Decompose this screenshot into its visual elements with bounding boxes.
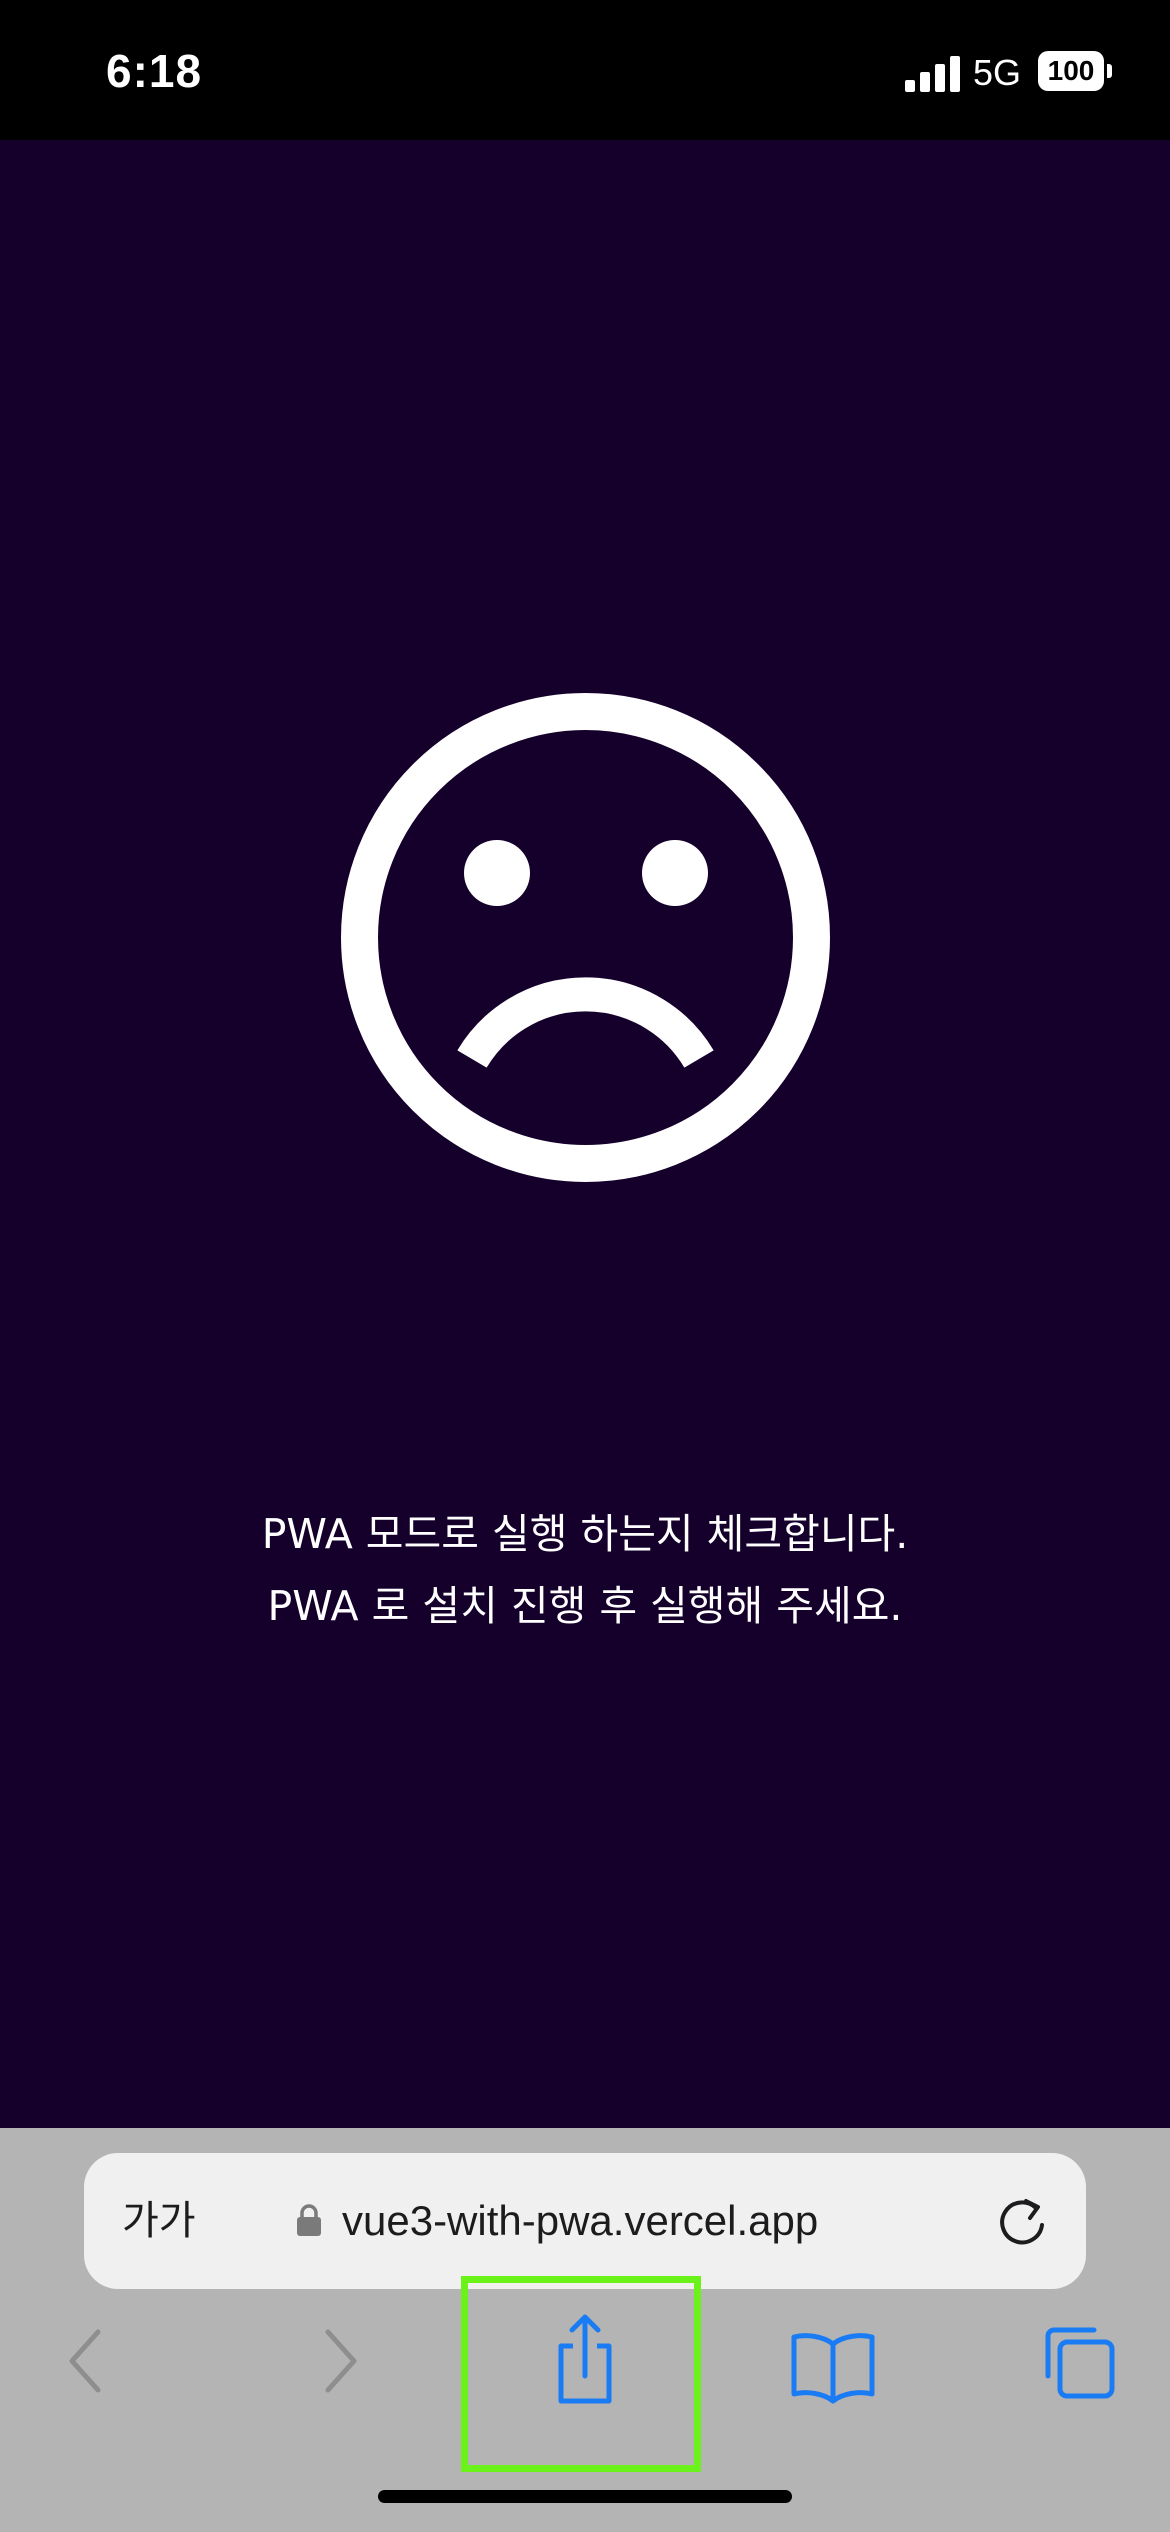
- url-text[interactable]: vue3-with-pwa.vercel.app: [342, 2189, 818, 2253]
- message-line-1: PWA 모드로 실행 하는지 체크합니다.: [261, 1510, 909, 1558]
- status-time: 6:18: [106, 45, 203, 97]
- share-button-highlight: [461, 2276, 701, 2472]
- battery-cap: [1107, 64, 1112, 78]
- bookmarks-icon: [791, 2333, 875, 2404]
- text-size-button[interactable]: 가가: [122, 2191, 196, 2251]
- sad-face-icon: [341, 693, 830, 1182]
- cellular-signal-icon: [905, 56, 960, 92]
- reload-icon[interactable]: [992, 2193, 1052, 2253]
- home-indicator: [378, 2490, 792, 2503]
- tabs-button[interactable]: [1026, 2306, 1136, 2416]
- forward-icon: [325, 2329, 357, 2393]
- battery-icon: 100: [1038, 51, 1112, 91]
- back-icon: [69, 2329, 101, 2393]
- bookmarks-button[interactable]: [778, 2306, 888, 2416]
- back-button[interactable]: [32, 2306, 142, 2416]
- message-line-2: PWA 로 설치 진행 후 실행해 주세요.: [267, 1582, 903, 1630]
- screen: 6:18 5G 100 PWA 모드로 실행 하는지 체크합니다. PWA 로 …: [0, 0, 1170, 2532]
- network-type-label: 5G: [973, 52, 1022, 93]
- web-content: PWA 모드로 실행 하는지 체크합니다. PWA 로 설치 진행 후 실행해 …: [0, 140, 1170, 2128]
- address-bar[interactable]: 가가 vue3-with-pwa.vercel.app: [84, 2153, 1086, 2289]
- battery-level: 100: [1038, 51, 1104, 91]
- status-bar: 6:18 5G 100: [0, 0, 1170, 140]
- forward-button[interactable]: [284, 2306, 394, 2416]
- tabs-icon: [1045, 2327, 1115, 2399]
- pwa-check-message: PWA 모드로 실행 하는지 체크합니다. PWA 로 설치 진행 후 실행해 …: [0, 1498, 1170, 1642]
- lock-icon: [297, 2204, 321, 2236]
